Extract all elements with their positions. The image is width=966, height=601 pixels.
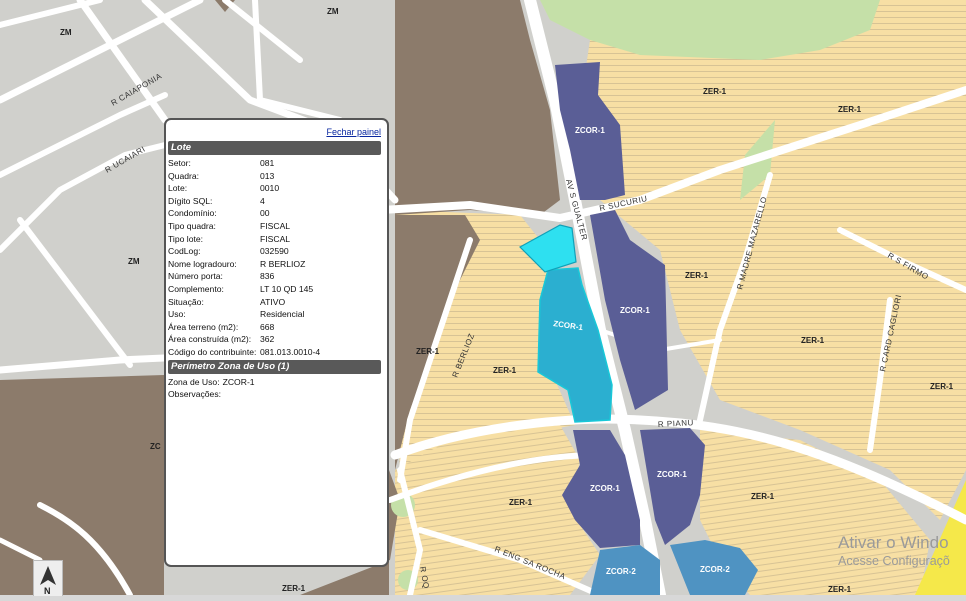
info-row: Área construída (m2): 362 [166,333,387,346]
info-row-key: Área construída (m2): [168,334,252,345]
info-row-key: Nome logradouro: [168,258,237,269]
info-row: Número porta: 836 [166,270,387,283]
info-row-value: 4 [260,195,265,206]
info-row-value: 081 [260,158,275,168]
zone-label-zer-3: ZER-1 [685,271,709,280]
zone-label-zcor2-2: ZCOR-2 [700,565,730,574]
zone-label-zm-1: ZM [60,28,72,37]
info-row-value: Residencial [260,309,305,320]
info-row-value: 0010 [260,183,280,194]
info-row: Uso: Residencial [166,308,387,321]
info-row-key: Observações: [168,389,222,400]
info-row: Tipo lote: FISCAL [166,233,387,246]
info-row-key: Área terreno (m2): [168,321,239,332]
zone-label-zm-2: ZM [327,7,339,16]
zone-label-zcor2-1: ZCOR-2 [606,567,636,576]
info-row: CodLog: 032590 [166,245,387,258]
zone-label-zer-8: ZER-1 [509,498,533,507]
zone-label-zer-4: ZER-1 [801,336,825,345]
zone-label-zc-partial: ZC [150,442,161,451]
close-row: Fechar painel [166,120,387,140]
lot-info-panel: Fechar painel Lote Setor: 081 Quadra: 013 Lo… [164,118,389,567]
info-row-value: 081.013.0010-4 [260,346,321,357]
info-row: Complemento: LT 10 QD 145 [166,283,387,296]
info-row: Setor: 081 [166,157,387,170]
zone-label-zer-2: ZER-1 [838,105,862,114]
zone-label-zer-5: ZER-1 [930,382,954,391]
info-row: Situação: ATIVO [166,296,387,309]
info-row-value: R BERLIOZ [260,258,306,269]
info-row: Zona de Uso: ZCOR-1 [166,376,387,389]
info-row-value: 836 [260,271,275,282]
zone-label-zcor-1: ZCOR-1 [575,126,605,135]
info-row: Área terreno (m2): 668 [166,321,387,334]
info-row-value [224,388,387,401]
info-row-value: FISCAL [260,220,291,231]
zone-label-zer-6: ZER-1 [416,347,440,356]
info-row-key: Zona de Uso: [168,376,220,387]
info-row-key: Número porta: [168,271,223,282]
info-row-value: 00 [260,208,270,219]
info-row-key: Lote: [168,183,188,194]
info-row-value: ZCOR-1 [222,376,255,387]
zone-label-zcor-4: ZCOR-1 [590,484,620,493]
info-row-key: Complemento: [168,283,224,294]
windows-activation-watermark: Ativar o Windo Acesse Configuraçõ [838,533,950,568]
watermark-line-2: Acesse Configuraçõ [838,554,950,568]
north-arrow-icon: N [40,566,56,596]
zone-label-zcor-2: ZCOR-1 [620,306,650,315]
close-panel-link[interactable]: Fechar painel [326,127,381,137]
lote-rows: Setor: 081 Quadra: 013 Lote: 0010 Dígito SQL: 4… [166,157,387,359]
info-row-value: 668 [260,321,275,332]
info-row: Condomínio: 00 [166,207,387,220]
info-row-key: CodLog: [168,246,201,257]
info-row-key: Condomínio: [168,208,217,219]
info-row-value: LT 10 QD 145 [260,283,314,294]
info-row-key: Setor: [168,158,191,168]
zone-label-zer-7: ZER-1 [493,366,517,375]
perimetro-section-header: Perímetro Zona de Uso (1) [168,359,381,374]
info-row: Código do contribuinte: 081.013.0010-4 [166,346,387,359]
watermark-line-1: Ativar o Windo [838,533,949,552]
info-row-key: Dígito SQL: [168,195,213,206]
info-row-key: Situação: [168,296,204,307]
info-row: Quadra: 013 [166,170,387,183]
zone-label-zm-3: ZM [128,257,140,266]
info-row: Dígito SQL: 4 [166,195,387,208]
brown-area-southwest [0,375,164,595]
info-row-value: FISCAL [260,233,291,244]
info-row-key: Uso: [168,309,186,320]
info-row-key: Quadra: [168,170,200,181]
info-row: Lote: 0010 [166,182,387,195]
info-row-value: 362 [260,334,275,345]
lote-section-header: Lote [168,141,381,155]
zone-label-zer-9: ZER-1 [751,492,775,501]
info-row-value: 032590 [260,246,289,257]
info-row-value: 013 [260,170,275,181]
info-row: Observações: [166,388,387,401]
info-row: Tipo quadra: FISCAL [166,220,387,233]
info-row: Nome logradouro: R BERLIOZ [166,258,387,271]
info-row-value: ATIVO [260,296,286,307]
zone-label-zcor-5: ZCOR-1 [657,470,687,479]
zoning-map[interactable]: ZM ZM ZM ZER-1 ZER-1 ZER-1 ZER-1 ZER-1 Z… [0,0,966,595]
zona-rows: Zona de Uso: ZCOR-1 Observações: [166,376,387,401]
zone-label-zer-1: ZER-1 [703,87,727,96]
info-row-key: Código do contribuinte: [168,346,257,357]
info-row-key: Tipo quadra: [168,220,216,231]
info-row-key: Tipo lote: [168,233,204,244]
zone-label-zer-11: ZER-1 [282,584,306,593]
zone-label-zer-10: ZER-1 [828,585,852,594]
north-arrow-control[interactable]: N [33,560,63,596]
street-label-pianu: R PIANU [658,418,694,429]
